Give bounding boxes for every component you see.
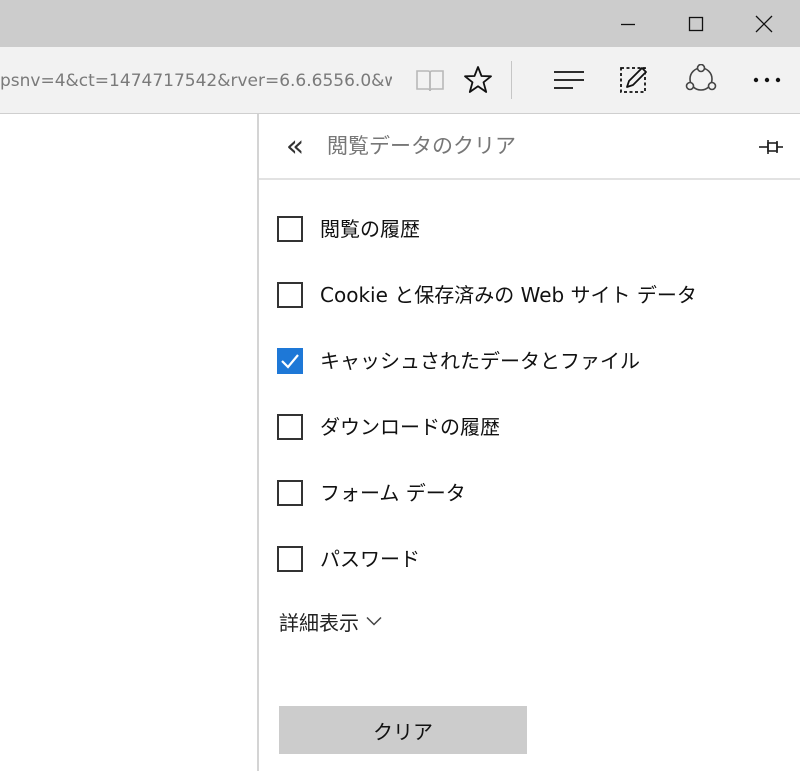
- pane-title: 閲覧データのクリア: [327, 134, 516, 158]
- back-chevron-icon: «: [285, 129, 305, 164]
- page-content: [0, 114, 257, 771]
- favorite-star-icon[interactable]: [453, 47, 503, 113]
- option-label: 閲覧の履歴: [320, 217, 420, 241]
- option-cookies[interactable]: Cookie と保存済みの Web サイト データ: [277, 278, 697, 312]
- reading-view-icon[interactable]: [405, 47, 455, 113]
- show-more-toggle[interactable]: 詳細表示: [279, 606, 382, 636]
- pin-pane-button[interactable]: [753, 132, 789, 162]
- chevron-down-icon: [366, 616, 382, 626]
- maximize-icon[interactable]: [662, 0, 730, 47]
- minimize-icon[interactable]: [594, 0, 662, 47]
- option-label: パスワード: [320, 547, 420, 571]
- option-label: キャッシュされたデータとファイル: [320, 349, 640, 373]
- close-icon[interactable]: [730, 0, 798, 47]
- option-cached-data[interactable]: キャッシュされたデータとファイル: [277, 344, 640, 378]
- checkbox[interactable]: [277, 546, 303, 572]
- checkmark-icon: [281, 354, 299, 369]
- option-label: Cookie と保存済みの Web サイト データ: [320, 283, 697, 307]
- browser-toolbar: psnv=4&ct=1474717542&rver=6.6.6556.0&w: [0, 47, 800, 114]
- clear-button[interactable]: クリア: [279, 706, 527, 754]
- address-bar[interactable]: psnv=4&ct=1474717542&rver=6.6.6556.0&w: [0, 67, 392, 95]
- web-note-icon[interactable]: [609, 47, 659, 113]
- show-more-label: 詳細表示: [279, 610, 359, 635]
- toolbar-divider: [511, 61, 512, 99]
- option-label: フォーム データ: [320, 481, 466, 505]
- more-icon[interactable]: [742, 47, 792, 113]
- checkbox-checked[interactable]: [277, 348, 303, 374]
- option-download-history[interactable]: ダウンロードの履歴: [277, 410, 500, 444]
- option-browsing-history[interactable]: 閲覧の履歴: [277, 212, 420, 246]
- option-label: ダウンロードの履歴: [320, 415, 500, 439]
- address-url-text: psnv=4&ct=1474717542&rver=6.6.6556.0&w: [0, 71, 392, 91]
- option-form-data[interactable]: フォーム データ: [277, 476, 466, 510]
- hub-icon[interactable]: [544, 47, 594, 113]
- checkbox[interactable]: [277, 480, 303, 506]
- title-bar: [0, 0, 800, 47]
- clear-browsing-data-pane: « 閲覧データのクリア 閲覧の履歴 Cookie と保存済みの Web サイト …: [257, 114, 800, 771]
- checkbox[interactable]: [277, 282, 303, 308]
- pane-header: « 閲覧データのクリア: [259, 114, 800, 180]
- share-icon[interactable]: [676, 47, 726, 113]
- option-passwords[interactable]: パスワード: [277, 542, 420, 576]
- checkbox[interactable]: [277, 414, 303, 440]
- checkbox[interactable]: [277, 216, 303, 242]
- back-button[interactable]: «: [277, 130, 313, 164]
- pin-icon: [759, 140, 783, 154]
